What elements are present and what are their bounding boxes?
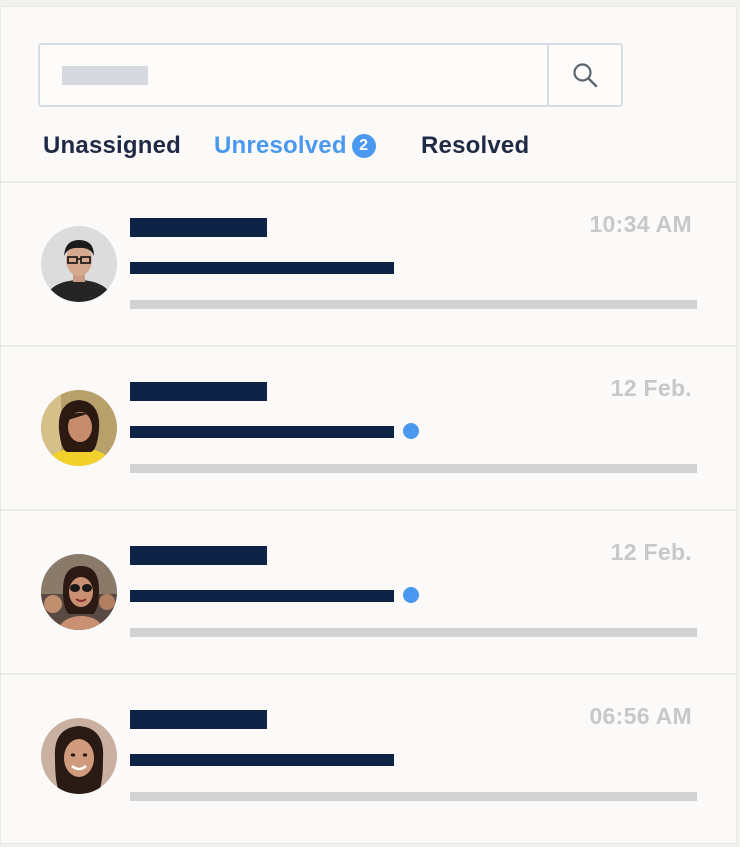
- tab-bar: Unassigned Unresolved 2 Resolved: [43, 132, 736, 172]
- contact-name-placeholder: [130, 710, 267, 729]
- tab-unassigned[interactable]: Unassigned: [43, 132, 181, 160]
- avatar: [41, 226, 117, 302]
- tab-label: Unassigned: [43, 132, 182, 159]
- person-icon: [41, 226, 117, 302]
- timestamp: 10:34 AM: [589, 211, 692, 237]
- timestamp: 06:56 AM: [589, 703, 692, 729]
- search-button[interactable]: [547, 45, 621, 105]
- conversation-row[interactable]: 12 Feb.: [1, 511, 736, 673]
- meta-placeholder: [130, 792, 697, 801]
- unread-indicator: [403, 587, 419, 603]
- person-icon: [41, 554, 117, 630]
- tab-unresolved[interactable]: Unresolved 2: [214, 132, 376, 160]
- message-preview-placeholder: [130, 590, 394, 602]
- conversation-row[interactable]: 12 Feb.: [1, 347, 736, 509]
- meta-placeholder: [130, 628, 697, 637]
- message-preview-placeholder: [130, 426, 394, 438]
- meta-placeholder: [130, 300, 697, 309]
- conversation-row[interactable]: 10:34 AM: [1, 183, 736, 345]
- search-box: [38, 43, 623, 107]
- tab-resolved[interactable]: Resolved: [421, 132, 529, 160]
- search-icon: [573, 63, 598, 88]
- conversation-row[interactable]: 06:56 AM: [1, 675, 736, 837]
- timestamp: 12 Feb.: [610, 539, 692, 565]
- conversation-panel: Unassigned Unresolved 2 Resolved 10:34 A…: [0, 6, 737, 844]
- avatar: [41, 390, 117, 466]
- timestamp: 12 Feb.: [610, 375, 692, 401]
- search-input[interactable]: [62, 66, 148, 85]
- avatar: [41, 718, 117, 794]
- contact-name-placeholder: [130, 218, 267, 237]
- message-preview-placeholder: [130, 262, 394, 274]
- contact-name-placeholder: [130, 546, 267, 565]
- avatar: [41, 554, 117, 630]
- tab-label: Resolved: [421, 132, 530, 159]
- person-icon: [41, 390, 117, 466]
- meta-placeholder: [130, 464, 697, 473]
- tab-label: Unresolved: [214, 132, 347, 159]
- person-icon: [41, 718, 117, 794]
- message-preview-placeholder: [130, 754, 394, 766]
- contact-name-placeholder: [130, 382, 267, 401]
- unresolved-count-badge: 2: [351, 134, 376, 158]
- unread-indicator: [403, 423, 419, 439]
